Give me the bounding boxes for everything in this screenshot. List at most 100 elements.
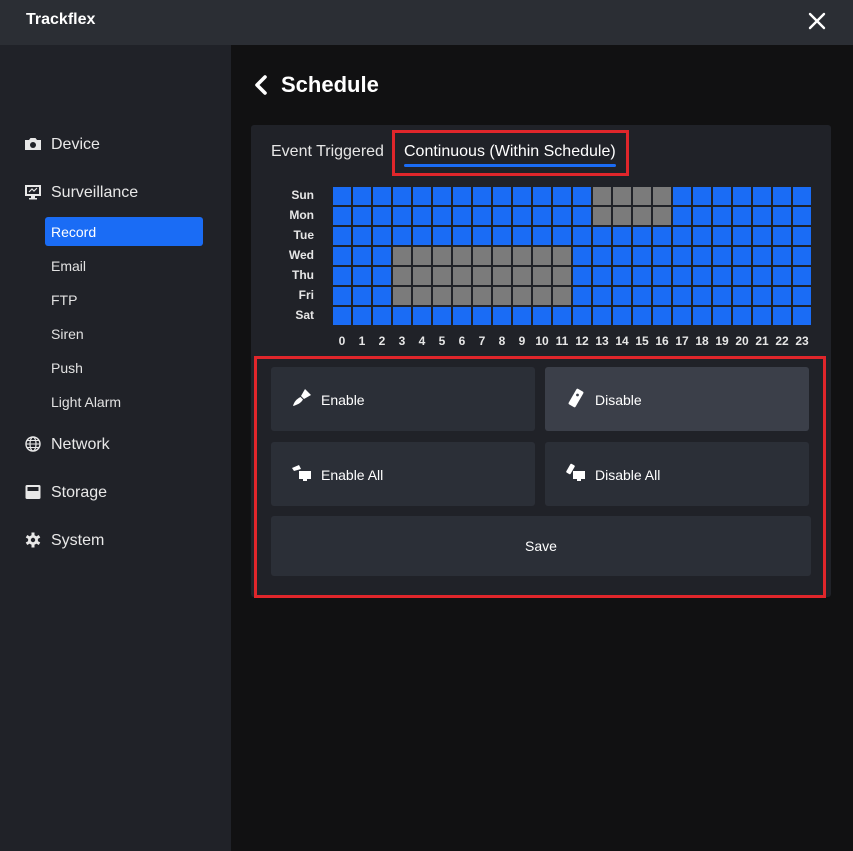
schedule-cell[interactable]: [513, 227, 531, 245]
schedule-cell[interactable]: [493, 307, 511, 325]
schedule-cell[interactable]: [393, 247, 411, 265]
schedule-cell[interactable]: [513, 187, 531, 205]
schedule-cell[interactable]: [653, 287, 671, 305]
schedule-cell[interactable]: [693, 287, 711, 305]
schedule-cell[interactable]: [433, 287, 451, 305]
schedule-cell[interactable]: [373, 287, 391, 305]
schedule-cell[interactable]: [473, 287, 491, 305]
schedule-cell[interactable]: [613, 307, 631, 325]
schedule-cell[interactable]: [733, 207, 751, 225]
schedule-cell[interactable]: [453, 187, 471, 205]
schedule-cell[interactable]: [613, 247, 631, 265]
schedule-cell[interactable]: [613, 187, 631, 205]
schedule-cell[interactable]: [573, 307, 591, 325]
schedule-cell[interactable]: [593, 287, 611, 305]
schedule-cell[interactable]: [733, 187, 751, 205]
schedule-cell[interactable]: [573, 267, 591, 285]
schedule-cell[interactable]: [693, 187, 711, 205]
schedule-cell[interactable]: [733, 307, 751, 325]
schedule-cell[interactable]: [533, 287, 551, 305]
schedule-cell[interactable]: [453, 307, 471, 325]
schedule-cell[interactable]: [453, 207, 471, 225]
schedule-cell[interactable]: [733, 267, 751, 285]
back-button[interactable]: [252, 74, 270, 96]
schedule-cell[interactable]: [713, 187, 731, 205]
schedule-cell[interactable]: [653, 267, 671, 285]
schedule-cell[interactable]: [633, 207, 651, 225]
schedule-cell[interactable]: [593, 207, 611, 225]
schedule-cell[interactable]: [453, 287, 471, 305]
schedule-cell[interactable]: [753, 227, 771, 245]
sidebar-item-device[interactable]: Device: [0, 128, 231, 160]
close-button[interactable]: [804, 8, 830, 34]
schedule-cell[interactable]: [693, 267, 711, 285]
schedule-cell[interactable]: [353, 227, 371, 245]
schedule-cell[interactable]: [393, 187, 411, 205]
schedule-cell[interactable]: [673, 207, 691, 225]
schedule-cell[interactable]: [573, 287, 591, 305]
schedule-cell[interactable]: [613, 267, 631, 285]
schedule-cell[interactable]: [793, 267, 811, 285]
schedule-cell[interactable]: [513, 307, 531, 325]
schedule-cell[interactable]: [513, 287, 531, 305]
sidebar-item-network[interactable]: Network: [0, 428, 231, 460]
schedule-cell[interactable]: [673, 307, 691, 325]
schedule-cell[interactable]: [773, 307, 791, 325]
schedule-cell[interactable]: [333, 267, 351, 285]
schedule-cell[interactable]: [353, 267, 371, 285]
schedule-cell[interactable]: [773, 207, 791, 225]
schedule-cell[interactable]: [553, 247, 571, 265]
schedule-cell[interactable]: [333, 307, 351, 325]
schedule-cell[interactable]: [553, 207, 571, 225]
schedule-cell[interactable]: [413, 247, 431, 265]
schedule-cell[interactable]: [533, 267, 551, 285]
schedule-cell[interactable]: [413, 227, 431, 245]
schedule-cell[interactable]: [773, 287, 791, 305]
schedule-cell[interactable]: [773, 247, 791, 265]
schedule-cell[interactable]: [473, 307, 491, 325]
schedule-cell[interactable]: [713, 307, 731, 325]
schedule-cell[interactable]: [793, 187, 811, 205]
schedule-cell[interactable]: [693, 307, 711, 325]
schedule-cell[interactable]: [453, 227, 471, 245]
schedule-cell[interactable]: [753, 207, 771, 225]
schedule-cell[interactable]: [573, 187, 591, 205]
schedule-cell[interactable]: [613, 287, 631, 305]
schedule-cell[interactable]: [753, 267, 771, 285]
schedule-cell[interactable]: [333, 247, 351, 265]
schedule-cell[interactable]: [493, 227, 511, 245]
schedule-cell[interactable]: [433, 207, 451, 225]
schedule-cell[interactable]: [593, 267, 611, 285]
schedule-cell[interactable]: [713, 247, 731, 265]
sidebar-item-system[interactable]: System: [0, 524, 231, 556]
schedule-cell[interactable]: [793, 287, 811, 305]
schedule-cell[interactable]: [373, 187, 391, 205]
tab-event-triggered[interactable]: Event Triggered: [271, 143, 384, 161]
schedule-cell[interactable]: [733, 287, 751, 305]
schedule-cell[interactable]: [353, 207, 371, 225]
schedule-cell[interactable]: [353, 247, 371, 265]
schedule-cell[interactable]: [713, 227, 731, 245]
schedule-cell[interactable]: [453, 267, 471, 285]
schedule-cell[interactable]: [553, 187, 571, 205]
schedule-cell[interactable]: [393, 267, 411, 285]
schedule-cell[interactable]: [793, 207, 811, 225]
schedule-cell[interactable]: [513, 207, 531, 225]
schedule-cell[interactable]: [653, 307, 671, 325]
schedule-cell[interactable]: [733, 247, 751, 265]
schedule-cell[interactable]: [733, 227, 751, 245]
schedule-cell[interactable]: [593, 187, 611, 205]
schedule-cell[interactable]: [753, 187, 771, 205]
schedule-cell[interactable]: [473, 247, 491, 265]
schedule-cell[interactable]: [533, 227, 551, 245]
schedule-cell[interactable]: [433, 227, 451, 245]
schedule-cell[interactable]: [373, 307, 391, 325]
schedule-cell[interactable]: [413, 187, 431, 205]
schedule-cell[interactable]: [333, 287, 351, 305]
schedule-cell[interactable]: [673, 187, 691, 205]
schedule-cell[interactable]: [673, 247, 691, 265]
schedule-cell[interactable]: [713, 267, 731, 285]
sidebar-subitem-light-alarm[interactable]: Light Alarm: [45, 387, 203, 416]
schedule-cell[interactable]: [693, 207, 711, 225]
schedule-cell[interactable]: [353, 287, 371, 305]
